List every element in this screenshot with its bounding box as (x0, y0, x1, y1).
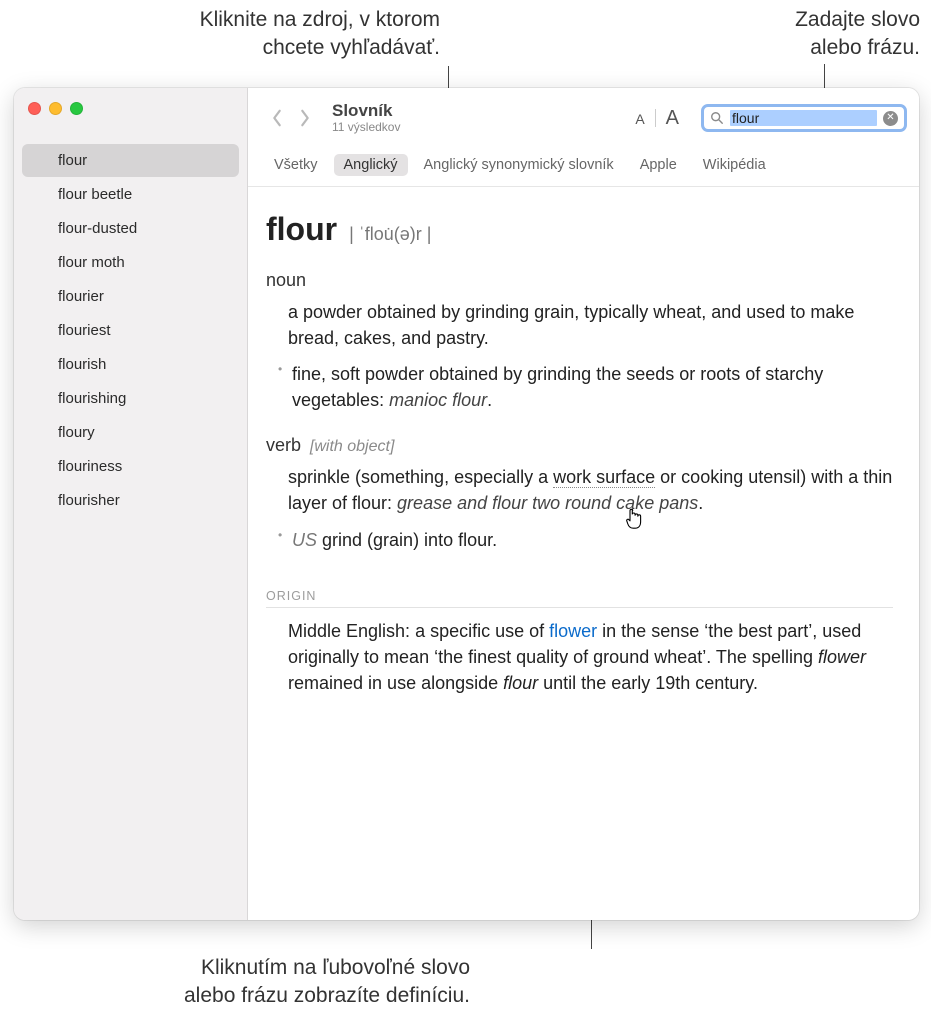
callout-top-right: Zadajte slovo alebo frázu. (740, 6, 920, 63)
list-item[interactable]: flouriness (22, 450, 239, 483)
origin-text[interactable]: Middle English: a specific use of flower… (288, 618, 893, 696)
results-count: 11 výsledkov (332, 121, 400, 134)
source-tabs: Všetky Anglický Anglický synonymický slo… (248, 148, 919, 187)
headword: flour (266, 211, 337, 248)
part-of-speech: verb (266, 435, 301, 455)
list-item[interactable]: flour beetle (22, 178, 239, 211)
back-button[interactable] (264, 105, 290, 131)
list-item[interactable]: flour moth (22, 246, 239, 279)
dictionary-window: flour flour beetle flour-dusted flour mo… (14, 88, 919, 920)
increase-font-button[interactable]: A (666, 107, 679, 130)
title-block: Slovník 11 výsledkov (332, 102, 400, 134)
source-tab-apple[interactable]: Apple (630, 154, 687, 176)
toolbar: Slovník 11 výsledkov A A flour (248, 88, 919, 148)
search-icon (710, 111, 724, 125)
subdefinition[interactable]: fine, soft powder obtained by grinding t… (278, 361, 893, 413)
part-of-speech: noun (266, 270, 306, 290)
source-tab-thesaurus[interactable]: Anglický synonymický slovník (414, 154, 624, 176)
definition-text[interactable]: a powder obtained by grinding grain, typ… (288, 299, 893, 351)
divider (655, 109, 656, 127)
grammar-note: [with object] (310, 438, 394, 455)
noun-block: noun a powder obtained by grinding grain… (266, 270, 893, 413)
list-item[interactable]: flourishing (22, 382, 239, 415)
chevron-right-icon (299, 109, 311, 127)
list-item[interactable]: flourisher (22, 484, 239, 517)
source-tab-wikipedia[interactable]: Wikipédia (693, 154, 776, 176)
window-title: Slovník (332, 102, 400, 121)
pronunciation: | ˈflou̇(ə)r | (349, 224, 431, 245)
minimize-window-button[interactable] (49, 102, 62, 115)
source-tab-english[interactable]: Anglický (334, 154, 408, 176)
definition-content: flour | ˈflou̇(ə)r | noun a powder obtai… (248, 187, 919, 920)
sidebar: flour flour beetle flour-dusted flour mo… (14, 88, 248, 920)
callout-top-left: Kliknite na zdroj, v ktorom chcete vyhľa… (40, 6, 440, 63)
nav-buttons (264, 105, 318, 131)
results-list: flour flour beetle flour-dusted flour mo… (14, 139, 247, 518)
list-item[interactable]: flouriest (22, 314, 239, 347)
main-panel: Slovník 11 výsledkov A A flour Všetky An… (248, 88, 919, 920)
subdefinition[interactable]: US grind (grain) into flour. (278, 527, 893, 553)
source-tab-all[interactable]: Všetky (264, 154, 328, 176)
inline-link[interactable]: work surface (553, 467, 655, 488)
list-item[interactable]: flour-dusted (22, 212, 239, 245)
decrease-font-button[interactable]: A (635, 111, 644, 127)
forward-button[interactable] (292, 105, 318, 131)
list-item[interactable]: floury (22, 416, 239, 449)
zoom-window-button[interactable] (70, 102, 83, 115)
clear-search-button[interactable] (883, 111, 898, 126)
verb-block: verb [with object] sprinkle (something, … (266, 435, 893, 552)
font-size-buttons: A A (635, 107, 679, 130)
origin-heading: ORIGIN (266, 589, 893, 608)
window-controls (14, 88, 247, 139)
list-item[interactable]: flour (22, 144, 239, 177)
list-item[interactable]: flourier (22, 280, 239, 313)
list-item[interactable]: flourish (22, 348, 239, 381)
chevron-left-icon (271, 109, 283, 127)
search-value: flour (730, 110, 877, 126)
definition-text[interactable]: sprinkle (something, especially a work s… (288, 464, 893, 516)
search-input[interactable]: flour (701, 104, 907, 132)
close-window-button[interactable] (28, 102, 41, 115)
callout-bottom: Kliknutím na ľubovoľné slovo alebo frázu… (130, 954, 470, 1011)
inline-link[interactable]: flower (549, 621, 597, 641)
